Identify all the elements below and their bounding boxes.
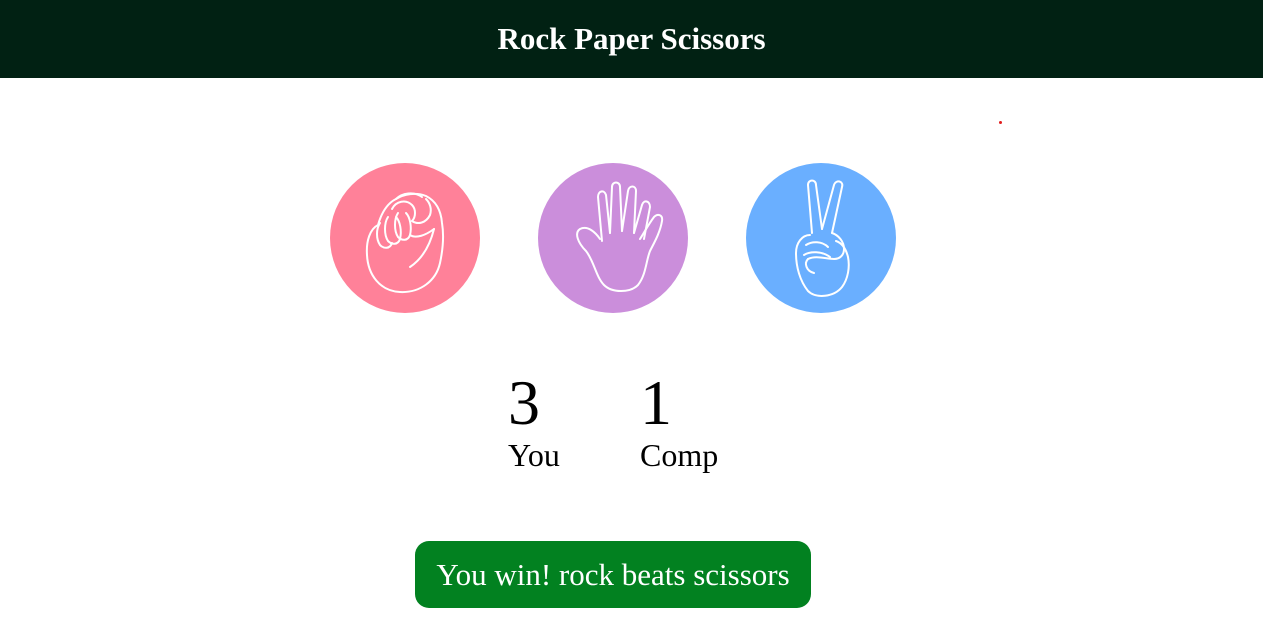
user-score-value: 3 [508, 367, 540, 438]
open-hand-icon [538, 163, 688, 313]
page-title: Rock Paper Scissors [497, 21, 766, 56]
peace-sign-hand-icon [746, 163, 896, 313]
paper-button[interactable] [538, 163, 688, 313]
computer-score-label: Comp [640, 437, 719, 473]
user-score-label: You [508, 437, 560, 473]
scissors-button[interactable] [746, 163, 896, 313]
user-score: 3 You [508, 370, 560, 474]
computer-score: 1 Comp [640, 370, 718, 474]
computer-score-value: 1 [640, 367, 672, 438]
app-header: Rock Paper Scissors [0, 0, 1263, 78]
red-dot-marker [999, 121, 1002, 124]
result-message: You win! rock beats scissors [415, 541, 811, 608]
rock-button[interactable] [330, 163, 480, 313]
fist-icon [330, 163, 480, 313]
